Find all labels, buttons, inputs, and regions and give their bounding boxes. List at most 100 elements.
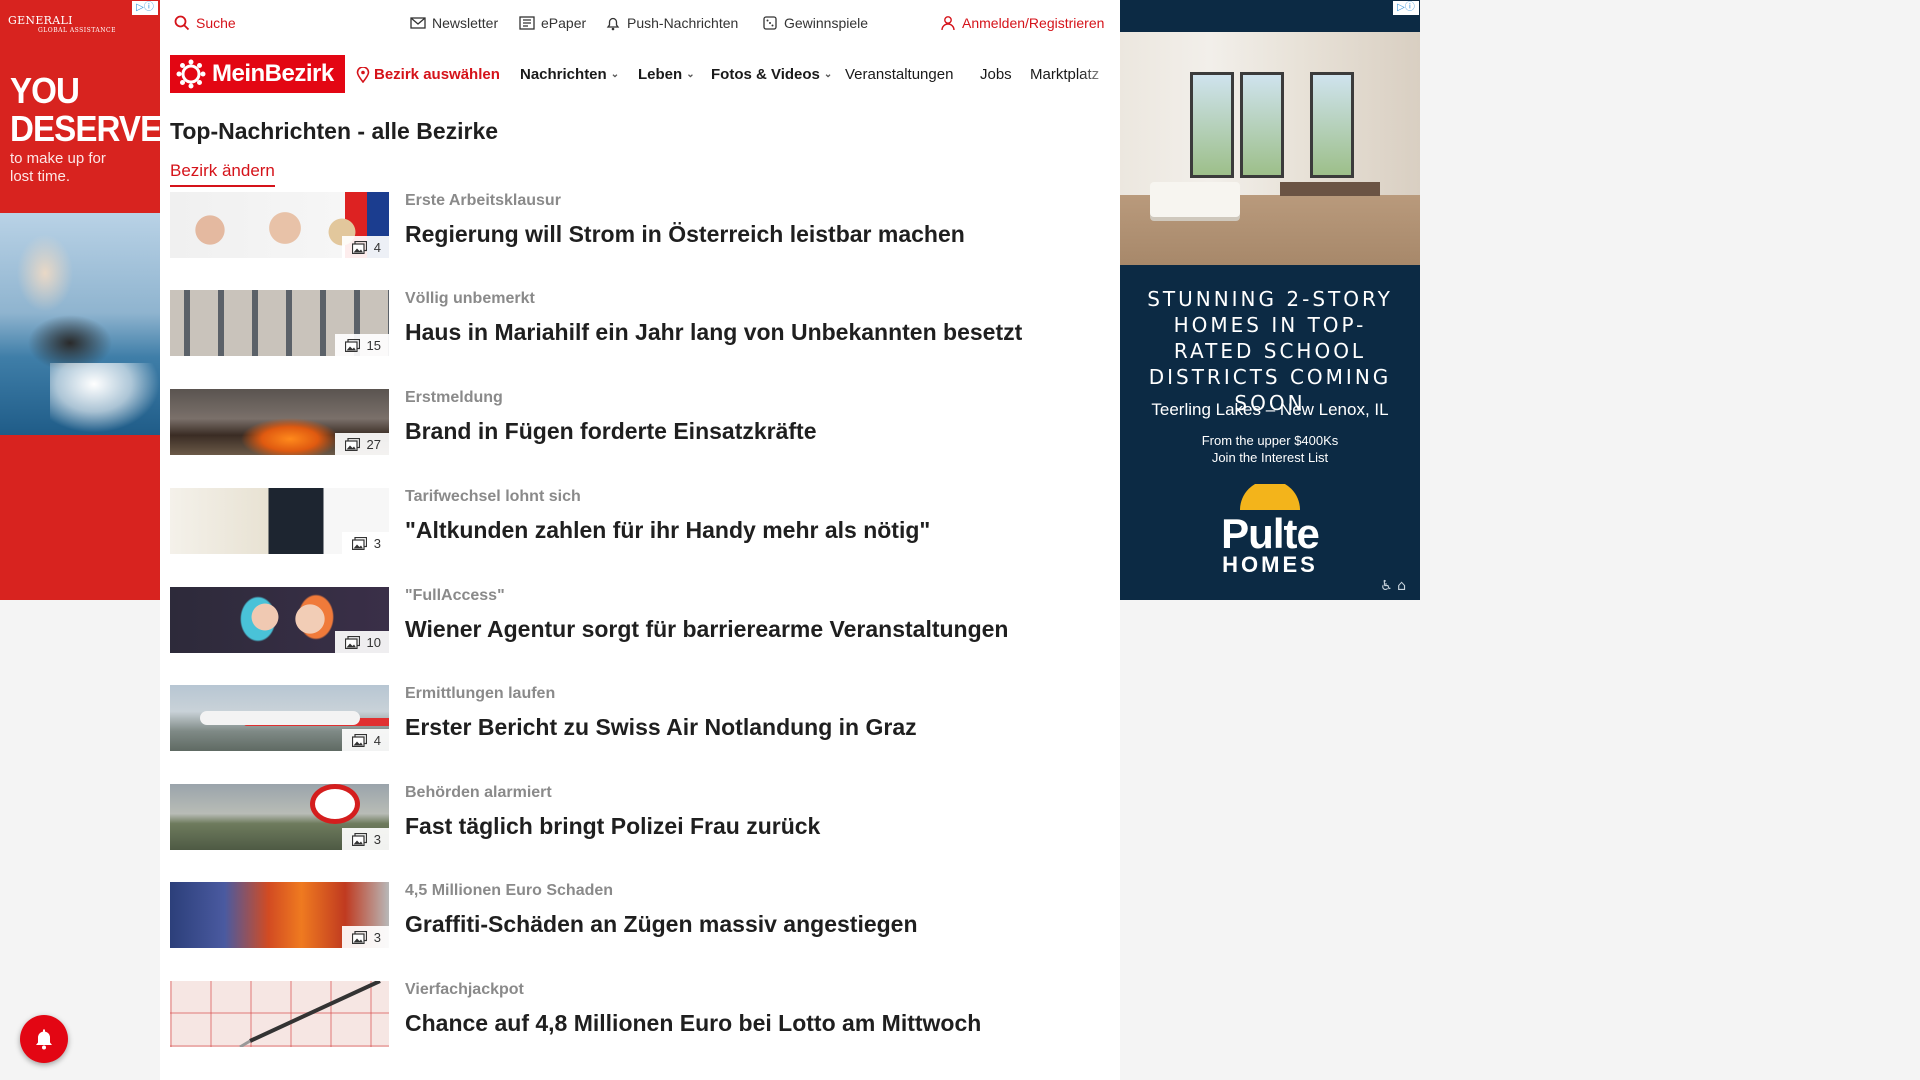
article-thumbnail[interactable] — [170, 981, 389, 1047]
article-headline[interactable]: Regierung will Strom in Österreich leist… — [405, 221, 965, 248]
ad-brand-logo: GENERALI GLOBAL ASSISTANCE — [8, 15, 116, 36]
image-count: 3 — [373, 831, 381, 847]
image-count: 4 — [373, 732, 381, 748]
image-count-badge: 3 — [341, 828, 389, 850]
ad-choices-badge[interactable]: ▷ⓘ — [1393, 1, 1419, 15]
district-selector-label: Bezirk auswählen — [374, 66, 500, 83]
left-skyscraper-ad[interactable]: ▷ⓘ GENERALI GLOBAL ASSISTANCE YOU DESERV… — [0, 0, 160, 600]
article-headline[interactable]: "Altkunden zahlen für ihr Handy mehr als… — [405, 517, 930, 544]
login-link[interactable]: Anmelden/Registrieren — [940, 15, 1104, 31]
nav-item-label: Leben — [638, 66, 683, 83]
top-utility-bar: Suche Newsletter ePaper Push-Nachrichten… — [160, 0, 1120, 46]
article-item[interactable]: Vierfachjackpot Chance auf 4,8 Millionen… — [170, 981, 1110, 1047]
gallery-icon — [351, 930, 367, 944]
article-thumbnail[interactable]: 4 — [170, 685, 389, 751]
gallery-icon — [344, 437, 360, 451]
gallery-icon — [351, 832, 367, 846]
chevron-down-icon: ⌄ — [823, 69, 833, 80]
location-pin-icon — [356, 66, 370, 83]
article-item[interactable]: 27 Erstmeldung Brand in Fügen forderte E… — [170, 389, 1110, 455]
article-kicker: "FullAccess" — [405, 587, 505, 604]
bell-icon — [36, 1029, 52, 1050]
epaper-label: ePaper — [541, 15, 587, 31]
nav-overflow-fade — [1080, 52, 1120, 98]
ad-choices-badge[interactable]: ▷ⓘ — [132, 1, 158, 15]
epaper-link[interactable]: ePaper — [519, 15, 586, 31]
image-count: 4 — [373, 239, 381, 255]
article-headline[interactable]: Graffiti-Schäden an Zügen massiv angesti… — [405, 911, 918, 938]
article-kicker: 4,5 Millionen Euro Schaden — [405, 882, 614, 899]
article-item[interactable]: 3 4,5 Millionen Euro Schaden Graffiti-Sc… — [170, 882, 1110, 948]
notification-bell-button[interactable] — [20, 1015, 68, 1063]
article-item[interactable]: 10 "FullAccess" Wiener Agentur sorgt für… — [170, 587, 1110, 653]
chevron-down-icon: ⌄ — [686, 69, 695, 80]
image-count-badge: 4 — [341, 236, 389, 258]
ad-brand-sub: GLOBAL ASSISTANCE — [38, 27, 116, 34]
article-thumbnail[interactable]: 27 — [170, 389, 389, 455]
article-kicker: Vierfachjackpot — [405, 981, 524, 998]
meinbezirk-logo[interactable]: MeinBezirk — [170, 55, 345, 93]
article-thumbnail[interactable]: 3 — [170, 882, 389, 948]
ad-headline: YOU DESERVE — [10, 70, 160, 149]
ad-subline: to make up for lost time. — [10, 150, 106, 185]
ad-photo-jetski — [0, 213, 160, 435]
main-content: Suche Newsletter ePaper Push-Nachrichten… — [160, 0, 1120, 1080]
article-item[interactable]: 4 Erste Arbeitsklausur Regierung will St… — [170, 192, 1110, 258]
accessibility-icons: ♿ ⌂ — [1380, 578, 1406, 594]
change-district-link[interactable]: Bezirk ändern — [170, 161, 275, 187]
ad-brand-logo: Pulte HOMES — [1120, 480, 1420, 577]
nav-item-fotos-videos[interactable]: Fotos & Videos ⌄ — [711, 66, 832, 83]
search-link[interactable]: Suche — [174, 15, 236, 31]
article-thumbnail[interactable]: 10 — [170, 587, 389, 653]
article-thumbnail[interactable]: 15 — [170, 290, 389, 356]
image-count-badge: 10 — [334, 631, 389, 653]
dice-icon — [763, 16, 777, 30]
bell-icon — [606, 17, 620, 31]
search-icon — [174, 15, 190, 31]
image-count-badge: 3 — [341, 926, 389, 948]
article-headline[interactable]: Haus in Mariahilf ein Jahr lang von Unbe… — [405, 319, 1022, 346]
article-kicker: Erstmeldung — [405, 389, 503, 406]
ad-price: From the upper $400Ks Join the Interest … — [1120, 432, 1420, 466]
nav-item-label: Fotos & Videos — [711, 66, 820, 83]
nav-item-veranstaltungen[interactable]: Veranstaltungen — [845, 66, 953, 83]
push-notifications-link[interactable]: Push-Nachrichten — [605, 15, 738, 31]
page-title: Top-Nachrichten - alle Bezirke — [170, 118, 499, 144]
ad-brand-sub: HOMES — [1222, 552, 1318, 577]
article-headline[interactable]: Chance auf 4,8 Millionen Euro bei Lotto … — [405, 1010, 981, 1037]
image-count-badge: 3 — [341, 532, 389, 554]
image-count-badge: 27 — [334, 433, 389, 455]
article-headline[interactable]: Erster Bericht zu Swiss Air Notlandung i… — [405, 714, 917, 741]
sun-logo-icon — [176, 59, 206, 89]
article-headline[interactable]: Fast täglich bringt Polizei Frau zurück — [405, 813, 820, 840]
login-label: Anmelden/Registrieren — [962, 15, 1105, 31]
nav-item-jobs[interactable]: Jobs — [980, 66, 1012, 83]
image-count: 15 — [366, 337, 381, 353]
ad-photo-living-room — [1120, 32, 1420, 265]
nav-item-leben[interactable]: Leben ⌄ — [638, 66, 695, 83]
newsletter-link[interactable]: Newsletter — [410, 15, 498, 31]
nav-item-label: Nachrichten — [520, 66, 607, 83]
article-kicker: Ermittlungen laufen — [405, 685, 556, 702]
article-kicker: Erste Arbeitsklausur — [405, 192, 561, 209]
right-rectangle-ad[interactable]: ▷ⓘ STUNNING 2-STORY HOMES IN TOP-RATED S… — [1120, 0, 1420, 600]
nav-item-nachrichten[interactable]: Nachrichten ⌄ — [520, 66, 619, 83]
article-item[interactable]: 15 Völlig unbemerkt Haus in Mariahilf ei… — [170, 290, 1110, 356]
article-item[interactable]: 3 Tarifwechsel lohnt sich "Altkunden zah… — [170, 488, 1110, 554]
image-count: 10 — [366, 634, 381, 650]
ad-cta[interactable]: Join the Interest List — [1120, 449, 1420, 466]
nav-item-label: Jobs — [980, 66, 1012, 83]
article-item[interactable]: 3 Behörden alarmiert Fast täglich bringt… — [170, 784, 1110, 850]
article-thumbnail[interactable]: 4 — [170, 192, 389, 258]
article-headline[interactable]: Wiener Agentur sorgt für barrierearme Ve… — [405, 616, 1008, 643]
logo-text: MeinBezirk — [212, 60, 334, 87]
article-thumbnail[interactable]: 3 — [170, 488, 389, 554]
district-selector[interactable]: Bezirk auswählen — [356, 66, 500, 83]
image-count-badge: 4 — [341, 729, 389, 751]
gallery-icon — [351, 733, 367, 747]
article-item[interactable]: 4 Ermittlungen laufen Erster Bericht zu … — [170, 685, 1110, 751]
article-headline[interactable]: Brand in Fügen forderte Einsatzkräfte — [405, 418, 817, 445]
games-link[interactable]: Gewinnspiele — [762, 15, 868, 31]
article-thumbnail[interactable]: 3 — [170, 784, 389, 850]
image-count: 27 — [366, 436, 381, 452]
